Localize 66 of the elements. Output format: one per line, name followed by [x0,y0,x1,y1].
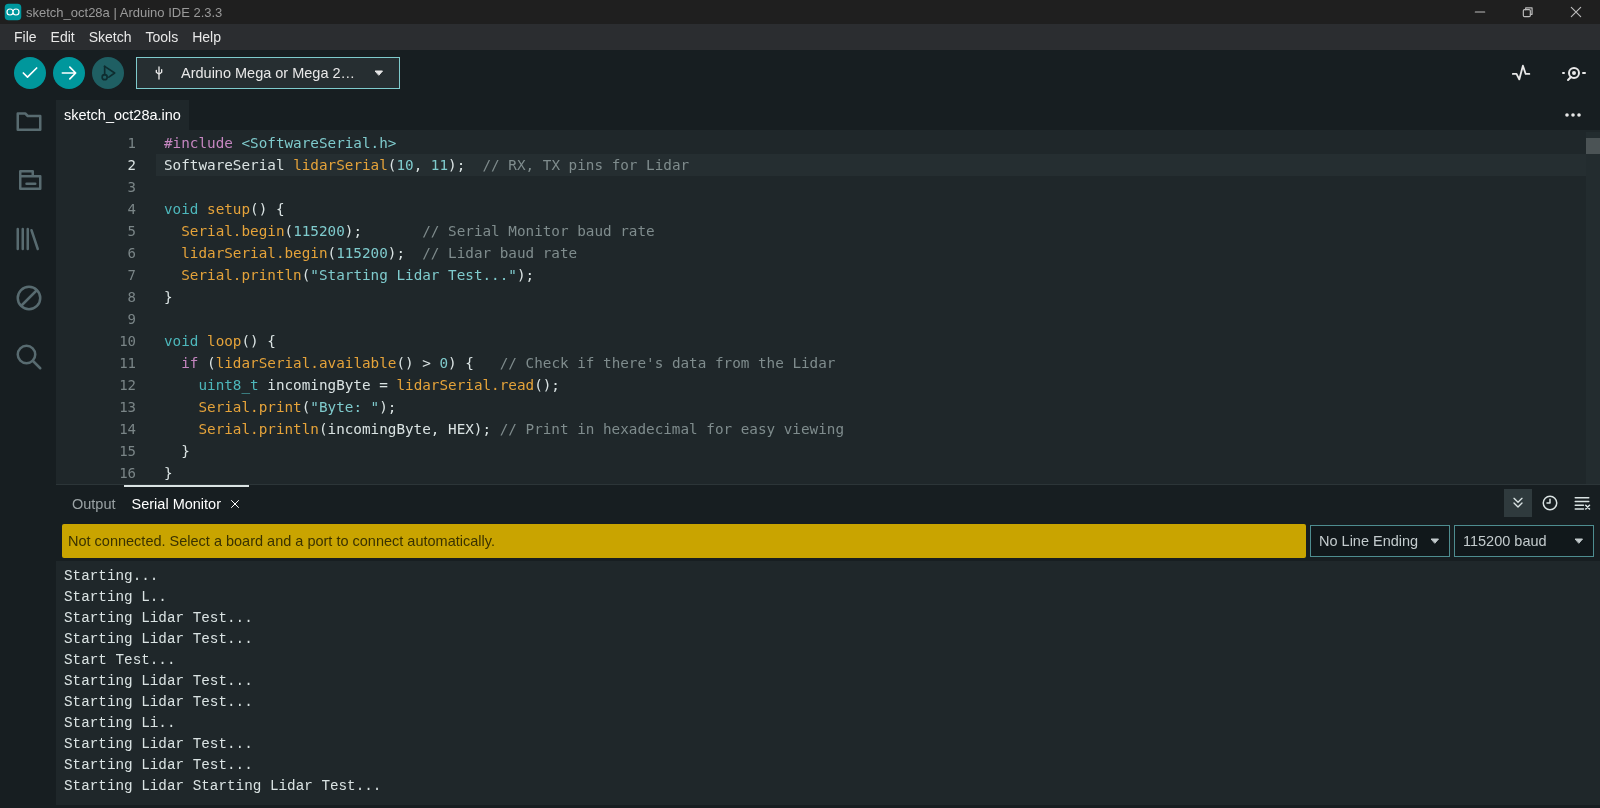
serial-output-line: Starting Lidar Test... [64,735,254,754]
close-icon[interactable] [229,498,241,510]
window-title: sketch_oct28a | Arduino IDE 2.3.3 [26,4,224,20]
verify-button[interactable] [14,57,46,89]
code-line: } [163,288,174,307]
line-number: 4 [126,200,136,219]
code-line: Serial.begin(115200); // Serial Monitor baud rate [180,222,656,241]
menu-item[interactable]: Sketch [81,29,139,45]
serial-output-line: Start Test... [64,651,177,670]
clear-lines-icon [1573,494,1591,512]
app-logo-icon [4,3,22,21]
play-bug-icon [98,63,118,83]
baud-rate-dropdown[interactable]: 115200 baud [1454,525,1594,557]
code-line: void setup() { [163,200,286,219]
code-line: } [180,442,191,461]
line-number: 2 [126,156,136,175]
line-number: 13 [118,398,136,417]
code-line: #include <SoftwareSerial.h> [163,134,398,153]
line-ending-dropdown[interactable]: No Line Ending [1310,525,1450,557]
file-tab[interactable]: sketch_oct28a.ino [56,100,189,130]
autoscroll-button[interactable] [1504,489,1532,517]
line-number: 7 [126,266,136,285]
restore-icon[interactable] [1521,5,1535,19]
code-line: } [163,464,174,483]
serial-output-line: Starting Lidar Test... [64,756,254,775]
code-line: void loop() { [163,332,277,351]
close-icon[interactable] [1569,5,1583,19]
line-number: 15 [118,442,136,461]
line-number: 5 [126,222,136,241]
serial-output-line: Starting Lidar Test... [64,693,254,712]
menu-item[interactable]: Edit [43,29,82,45]
line-number: 16 [118,464,136,483]
serial-output-line: Starting Lidar Test... [64,609,254,628]
board-selector[interactable]: Arduino Mega or Mega 2… [136,57,400,89]
code-line: if (lidarSerial.available() > 0) { // Check if there's data from the Lidar [180,354,837,373]
line-number: 11 [118,354,136,373]
arrow-icon [59,63,79,83]
clock-icon [1541,494,1559,512]
serial-output-line: Starting Lidar Test... [64,672,254,691]
serial-output-line: Starting Lidar Test... [64,630,254,649]
menu-item[interactable]: File [7,29,44,45]
code-line: uint8_t incomingByte = lidarSerial.read(); [197,376,561,396]
line-number: 9 [126,310,136,329]
code-line: Serial.println(incomingByte, HEX); // Print in hexadecimal for easy viewing [197,420,845,439]
code-line: Serial.println("Starting Lidar Test..."); [180,266,536,285]
line-number: 1 [126,134,136,153]
search-icon[interactable] [14,342,44,372]
code-line: lidarSerial.begin(115200); // Lidar baud rate [180,244,579,263]
line-number: 6 [126,244,136,263]
serial-output-line: Starting... [64,567,160,586]
serial-output-line: Starting Li.. [64,714,177,733]
line-number: 12 [118,376,136,395]
line-number: 10 [118,332,136,351]
code-line: Serial.print("Byte: "); [197,398,398,417]
serial-output-line: Starting Lidar Starting Lidar Test... [64,777,383,796]
serial-output-line: Starting L.. [64,588,168,607]
line-number: 3 [126,178,136,197]
line-number: 8 [126,288,136,307]
no-entry-icon[interactable] [14,283,44,313]
line-number: 14 [118,420,136,439]
menu-item[interactable]: Help [185,29,228,45]
more-icon[interactable] [1564,112,1582,118]
upload-button[interactable] [53,57,85,89]
panel-tab[interactable]: Output [64,485,124,521]
connection-warning-banner: Not connected. Select a board and a port to connect automatically. [62,524,1306,558]
menu-item[interactable]: Tools [138,29,186,45]
